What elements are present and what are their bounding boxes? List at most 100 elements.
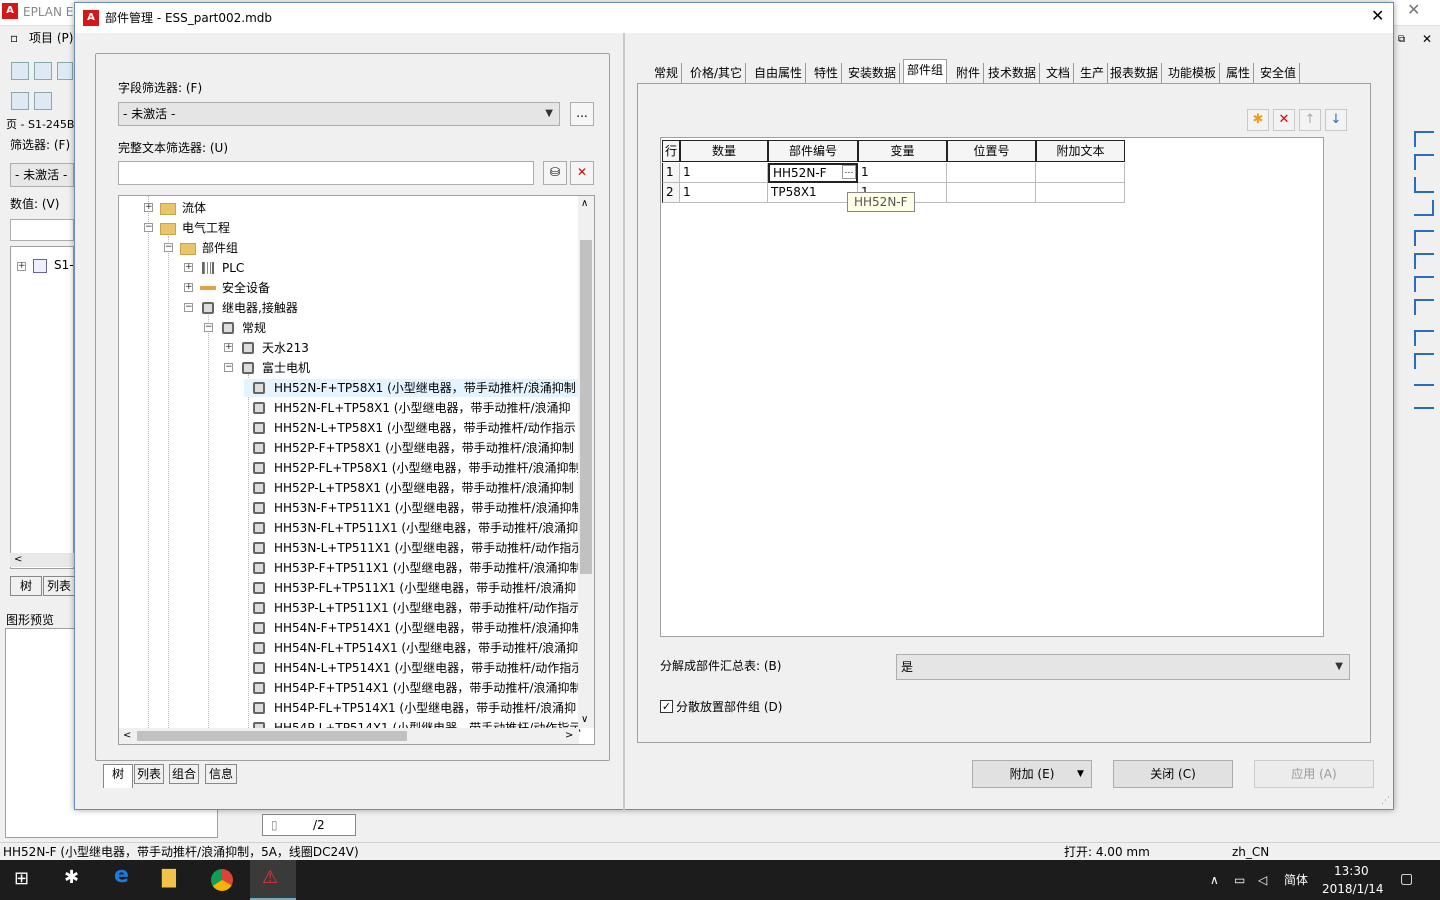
table-cell[interactable] bbox=[947, 183, 1036, 203]
page-tree[interactable]: + S1- bbox=[10, 246, 74, 569]
list-item[interactable]: HH53P-L+TP511X1 (小型继电器，带手动推杆/动作指示 bbox=[244, 599, 584, 617]
dropdown-arrow-icon[interactable]: ▼ bbox=[1077, 761, 1084, 787]
tab-tree[interactable]: 树 bbox=[10, 576, 42, 596]
new-row-icon[interactable]: ✱ bbox=[1247, 109, 1269, 131]
tab-6[interactable]: 附件 bbox=[953, 63, 985, 83]
tab-combo[interactable]: 组合 bbox=[169, 764, 199, 784]
tab-8[interactable]: 文档 bbox=[1043, 63, 1075, 83]
tab-9[interactable]: 生产 bbox=[1077, 63, 1109, 83]
table-cell[interactable]: 1 bbox=[680, 163, 768, 183]
value-input[interactable] bbox=[10, 219, 74, 241]
tab-5[interactable]: 部件组 bbox=[903, 59, 948, 83]
volume-icon[interactable]: ◁ bbox=[1258, 872, 1267, 888]
list-item[interactable]: HH53N-L+TP511X1 (小型继电器，带手动推杆/动作指示 bbox=[244, 539, 584, 557]
filter-select[interactable]: - 未激活 - bbox=[10, 163, 74, 187]
list-item[interactable]: HH52P-F+TP58X1 (小型继电器，带手动推杆/浪涌抑制 bbox=[244, 439, 584, 457]
list-item[interactable]: HH53P-F+TP511X1 (小型继电器，带手动推杆/浪涌抑制 bbox=[244, 559, 584, 577]
print-icon[interactable] bbox=[57, 62, 73, 80]
v-scroll-thumb[interactable] bbox=[580, 240, 592, 574]
tray-up-icon[interactable]: ∧ bbox=[1210, 872, 1219, 888]
chrome-icon[interactable] bbox=[211, 869, 233, 891]
list-item[interactable]: HH52P-L+TP58X1 (小型继电器，带手动推杆/浪涌抑制 bbox=[244, 479, 584, 497]
expand-icon[interactable]: + bbox=[144, 203, 153, 212]
tab-info[interactable]: 信息 bbox=[205, 764, 237, 784]
list-item[interactable]: HH54N-FL+TP514X1 (小型继电器，带手动推杆/浪涌抑 bbox=[244, 639, 584, 657]
move-down-icon[interactable]: ↓ bbox=[1325, 109, 1347, 131]
notification-icon[interactable]: ▢ bbox=[1400, 871, 1413, 887]
tee-icon[interactable] bbox=[1414, 276, 1434, 292]
tab-11[interactable]: 功能模板 bbox=[1165, 63, 1221, 83]
fulltext-filter-input[interactable] bbox=[118, 161, 534, 185]
tab-10[interactable]: 报表数据 bbox=[1107, 63, 1163, 83]
table-cell[interactable]: 1 bbox=[680, 183, 768, 203]
tree-node-tianshui[interactable]: + 天水213 bbox=[224, 339, 424, 357]
tree-node-relays[interactable]: − 继电器,接触器 bbox=[184, 299, 384, 317]
open-icon[interactable] bbox=[34, 62, 52, 80]
resize-grip-icon[interactable]: ⋰ bbox=[1381, 793, 1390, 809]
tab-13[interactable]: 安全值 bbox=[1257, 63, 1301, 83]
col-header-addtext[interactable]: 附加文本 bbox=[1036, 140, 1125, 162]
tab-3[interactable]: 特性 bbox=[811, 63, 843, 83]
tee-icon[interactable] bbox=[1414, 299, 1434, 315]
tree-node-safety[interactable]: + 安全设备 bbox=[184, 279, 384, 297]
tab-list[interactable]: 列表 bbox=[43, 576, 75, 596]
dialog-close-icon[interactable]: ✕ bbox=[1371, 8, 1384, 24]
tab-4[interactable]: 安装数据 bbox=[845, 63, 901, 83]
table-cell[interactable]: TP58X1 bbox=[768, 183, 858, 203]
v-scrollbar[interactable]: ∧ ∨ bbox=[578, 196, 594, 728]
new-icon[interactable] bbox=[11, 62, 29, 80]
list-item[interactable]: HH53N-FL+TP511X1 (小型继电器，带手动推杆/浪涌抑 bbox=[244, 519, 584, 537]
tree-node-fuji[interactable]: − 富士电机 bbox=[224, 359, 424, 377]
tab-list[interactable]: 列表 bbox=[134, 764, 164, 784]
ime-indicator[interactable]: 简体 bbox=[1284, 872, 1308, 888]
tree2-icon[interactable] bbox=[34, 92, 52, 110]
clock-time[interactable]: 13:30 bbox=[1334, 863, 1369, 879]
edge-icon[interactable]: e bbox=[114, 865, 129, 887]
splitter[interactable] bbox=[623, 33, 625, 811]
clock-date[interactable]: 2018/1/14 bbox=[1322, 881, 1384, 897]
connector-icon[interactable] bbox=[1414, 131, 1434, 147]
collapse-icon[interactable]: − bbox=[144, 223, 153, 232]
list-item[interactable]: HH52P-FL+TP58X1 (小型继电器，带手动推杆/浪涌抑制 bbox=[244, 459, 584, 477]
delete-row-icon[interactable]: ✕ bbox=[1273, 109, 1295, 131]
field-filter-select[interactable]: - 未激活 - ▼ bbox=[118, 102, 560, 126]
scroll-left-icon[interactable]: < bbox=[123, 728, 131, 744]
collapse-icon[interactable]: − bbox=[184, 303, 193, 312]
mdi-close-icon[interactable]: ✕ bbox=[1422, 31, 1432, 47]
tree-node-general[interactable]: − 常规 bbox=[204, 319, 404, 337]
table-cell[interactable]: 1 bbox=[858, 163, 947, 183]
clear-filter-icon[interactable]: ✕ bbox=[570, 161, 594, 185]
col-header-qty[interactable]: 数量 bbox=[680, 140, 768, 162]
h-scrollbar[interactable]: < bbox=[10, 553, 74, 567]
tree-node-s1[interactable]: S1- bbox=[54, 257, 74, 273]
expand-icon[interactable]: + bbox=[224, 343, 233, 352]
move-up-icon[interactable]: ↑ bbox=[1299, 109, 1321, 131]
expand-icon[interactable]: + bbox=[184, 283, 193, 292]
table-cell[interactable] bbox=[1036, 183, 1125, 203]
connector-icon[interactable] bbox=[1414, 154, 1434, 170]
tree-node-part-groups[interactable]: − 部件组 bbox=[164, 239, 364, 257]
close-button[interactable]: 关闭 (C) bbox=[1113, 760, 1233, 788]
col-header-row[interactable]: 行 bbox=[662, 140, 680, 162]
scroll-down-icon[interactable]: ∨ bbox=[581, 712, 588, 728]
network-icon[interactable]: ▭ bbox=[1234, 872, 1245, 888]
list-item[interactable]: HH52N-L+TP58X1 (小型继电器，带手动推杆/动作指示 bbox=[244, 419, 584, 437]
binoculars-icon[interactable]: ⛁ bbox=[543, 161, 567, 185]
tab-2[interactable]: 自由属性 bbox=[751, 63, 807, 83]
list-item[interactable]: HH52N-F+TP58X1 (小型继电器，带手动推杆/浪涌抑制 bbox=[244, 379, 584, 397]
connector-icon[interactable] bbox=[1414, 200, 1434, 216]
list-item[interactable]: HH54P-FL+TP514X1 (小型继电器，带手动推杆/浪涌抑 bbox=[244, 699, 584, 717]
cross-icon[interactable] bbox=[1414, 330, 1434, 346]
tee-icon[interactable] bbox=[1414, 230, 1434, 246]
expand-icon[interactable]: + bbox=[17, 262, 26, 271]
apply-button[interactable]: 应用 (A) bbox=[1254, 760, 1374, 788]
cell-ellipsis-button[interactable]: … bbox=[842, 165, 856, 179]
app-close-icon[interactable]: ✕ bbox=[1407, 2, 1420, 18]
list-item[interactable]: HH54N-F+TP514X1 (小型继电器，带手动推杆/浪涌抑制 bbox=[244, 619, 584, 637]
tab-0[interactable]: 常规 bbox=[651, 63, 683, 83]
table-cell[interactable] bbox=[947, 163, 1036, 183]
row-number[interactable]: 2 bbox=[662, 183, 680, 203]
collapse-icon[interactable]: − bbox=[224, 363, 233, 372]
collapse-icon[interactable]: − bbox=[164, 243, 173, 252]
h-scrollbar[interactable]: < > bbox=[119, 728, 579, 744]
